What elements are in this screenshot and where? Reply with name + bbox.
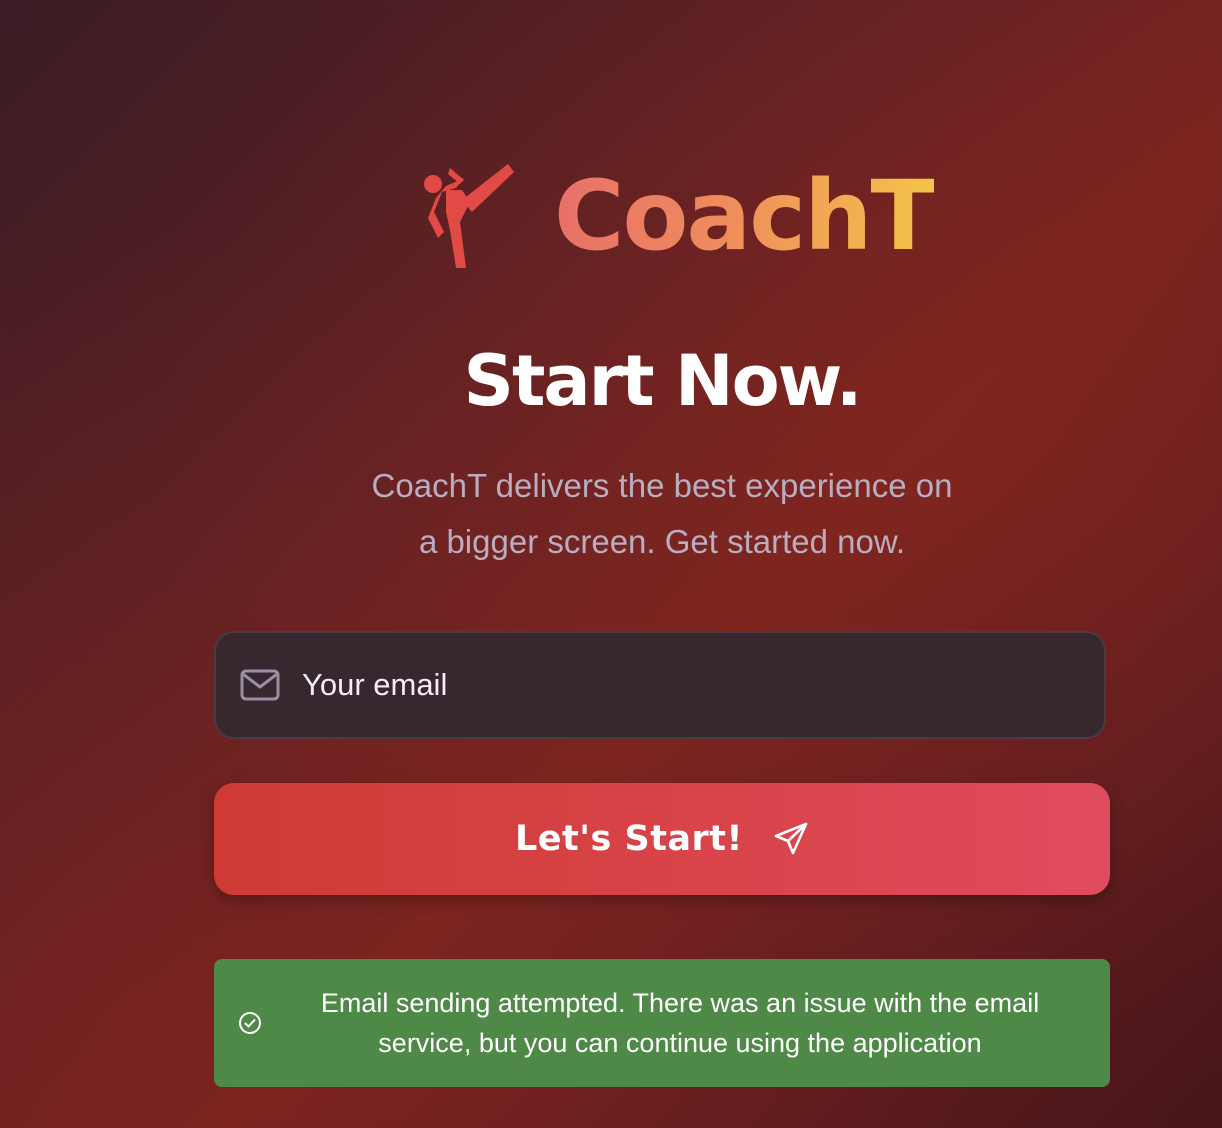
lets-start-button[interactable]: Let's Start! bbox=[214, 783, 1110, 895]
email-field[interactable] bbox=[214, 631, 1106, 739]
martial-arts-kick-icon bbox=[424, 164, 514, 268]
subtitle-line-2: a bigger screen. Get started now. bbox=[418, 523, 906, 560]
toast-line-2: service, but you can continue using the … bbox=[378, 1028, 982, 1058]
subtitle-line-1: CoachT delivers the best experience on bbox=[371, 467, 953, 504]
lets-start-button-label: Let's Start! bbox=[514, 819, 743, 859]
toast-line-1: Email sending attempted. There was an is… bbox=[320, 988, 1040, 1018]
send-icon bbox=[774, 822, 808, 855]
brand-name: CoachT bbox=[554, 160, 936, 272]
email-input[interactable] bbox=[300, 654, 1104, 716]
toast-message: Email sending attempted. There was an is… bbox=[262, 983, 1110, 1063]
check-circle-icon bbox=[239, 1012, 261, 1034]
mail-icon bbox=[240, 669, 280, 701]
status-toast: Email sending attempted. There was an is… bbox=[214, 959, 1110, 1087]
brand-logo: CoachT bbox=[420, 160, 936, 272]
page-title: Start Now. bbox=[463, 340, 863, 422]
page-subtitle: CoachT delivers the best experience on a… bbox=[340, 458, 984, 570]
